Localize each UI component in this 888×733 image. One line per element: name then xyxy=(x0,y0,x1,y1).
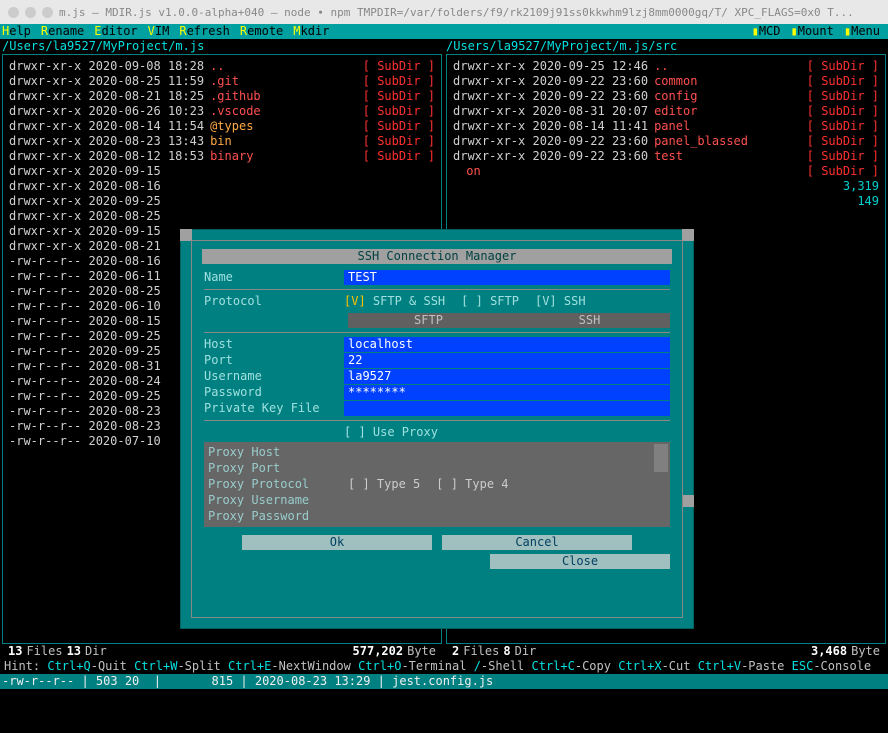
file-row[interactable]: 149 xyxy=(453,194,879,209)
file-row[interactable]: drwxr-xr-x 2020-08-21 18:25.github[ SubD… xyxy=(9,89,435,104)
file-row[interactable]: drwxr-xr-x 2020-09-08 18:28..[ SubDir ] xyxy=(9,59,435,74)
tab-sftp[interactable]: SFTP xyxy=(348,313,509,328)
protocol-sftp-checkbox[interactable]: [ ] SFTP xyxy=(461,294,519,309)
menu-menu[interactable]: ▮Menu xyxy=(842,24,882,39)
menu-vim[interactable]: VIM xyxy=(146,24,172,39)
file-row[interactable]: drwxr-xr-x 2020-08-23 13:43bin[ SubDir ] xyxy=(9,134,435,149)
protocol-both-checkbox[interactable]: [V] SFTP & SSH xyxy=(344,294,445,309)
scroll-handle-icon[interactable] xyxy=(682,495,694,507)
file-row[interactable]: drwxr-xr-x 2020-08-12 18:53binary[ SubDi… xyxy=(9,149,435,164)
right-path: /Users/la9527/MyProject/m.js/src xyxy=(444,39,888,54)
close-icon[interactable] xyxy=(8,7,19,18)
file-row[interactable]: drwxr-xr-x 2020-08-14 11:41panel[ SubDir… xyxy=(453,119,879,134)
protocol-ssh-checkbox[interactable]: [V] SSH xyxy=(535,294,586,309)
menu-editor[interactable]: Editor xyxy=(92,24,139,39)
tab-ssh[interactable]: SSH xyxy=(509,313,670,328)
left-path: /Users/la9527/MyProject/m.js xyxy=(0,39,444,54)
file-row[interactable]: drwxr-xr-x 2020-06-26 10:23.vscode[ SubD… xyxy=(9,104,435,119)
menu-rename[interactable]: Rename xyxy=(39,24,86,39)
window-titlebar: m.js — MDIR.js v1.0.0-alpha+040 — node ∙… xyxy=(0,0,888,24)
menu-remote[interactable]: Remote xyxy=(238,24,285,39)
window-title: m.js — MDIR.js v1.0.0-alpha+040 — node ∙… xyxy=(59,6,854,19)
zoom-icon[interactable] xyxy=(42,7,53,18)
proxy-user-label: Proxy Username xyxy=(208,493,348,508)
keyfile-input[interactable] xyxy=(344,401,670,416)
status-line: -rw-r--r-- | 503 20 | 815 | 2020-08-23 1… xyxy=(0,674,888,689)
username-input[interactable]: la9527 xyxy=(344,369,670,384)
file-row[interactable]: drwxr-xr-x 2020-08-14 11:54@types[ SubDi… xyxy=(9,119,435,134)
file-row[interactable]: drwxr-xr-x 2020-08-16 xyxy=(9,179,435,194)
proxy-type4-checkbox[interactable]: [ ] Type 4 xyxy=(436,477,508,492)
proxy-port-label: Proxy Port xyxy=(208,461,348,476)
proxy-host-input[interactable] xyxy=(348,445,666,460)
menu-refresh[interactable]: Refresh xyxy=(177,24,232,39)
menu-help[interactable]: Help xyxy=(0,24,33,39)
port-label: Port xyxy=(204,353,344,368)
file-row[interactable]: drwxr-xr-x 2020-09-15 xyxy=(9,164,435,179)
protocol-label: Protocol xyxy=(204,294,344,309)
menubar: Help Rename Editor VIM Refresh Remote Mk… xyxy=(0,24,888,39)
file-row[interactable]: drwxr-xr-x 2020-09-22 23:60test[ SubDir … xyxy=(453,149,879,164)
password-input[interactable]: ******** xyxy=(344,385,670,400)
proxy-scroll-icon[interactable] xyxy=(654,444,668,472)
menu-mkdir[interactable]: Mkdir xyxy=(291,24,331,39)
file-row[interactable]: drwxr-xr-x 2020-09-25 12:46..[ SubDir ] xyxy=(453,59,879,74)
cancel-button[interactable]: Cancel xyxy=(442,535,632,550)
file-row[interactable]: drwxr-xr-x 2020-09-22 23:60config[ SubDi… xyxy=(453,89,879,104)
proxy-user-input[interactable] xyxy=(348,493,666,508)
proxy-port-input[interactable] xyxy=(348,461,666,476)
ok-button[interactable]: Ok xyxy=(242,535,432,550)
proxy-pass-input[interactable] xyxy=(348,509,666,524)
file-row[interactable]: drwxr-xr-x 2020-09-22 23:60panel_blassed… xyxy=(453,134,879,149)
proxy-proto-label: Proxy Protocol xyxy=(208,477,348,492)
host-label: Host xyxy=(204,337,344,352)
username-label: Username xyxy=(204,369,344,384)
minimize-icon[interactable] xyxy=(25,7,36,18)
close-button[interactable]: Close xyxy=(490,554,670,569)
password-label: Password xyxy=(204,385,344,400)
menu-mount[interactable]: ▮Mount xyxy=(789,24,836,39)
keyfile-label: Private Key File xyxy=(204,401,344,416)
proxy-section: Proxy Host Proxy Port Proxy Protocol [ ]… xyxy=(204,442,670,527)
proxy-type5-checkbox[interactable]: [ ] Type 5 xyxy=(348,477,420,492)
file-row[interactable]: drwxr-xr-x 2020-08-25 xyxy=(9,209,435,224)
proxy-pass-label: Proxy Password xyxy=(208,509,348,524)
file-row[interactable]: drwxr-xr-x 2020-08-31 20:07editor[ SubDi… xyxy=(453,104,879,119)
file-row[interactable]: drwxr-xr-x 2020-08-25 11:59.git[ SubDir … xyxy=(9,74,435,89)
file-row[interactable]: on[ SubDir ] xyxy=(453,164,879,179)
proxy-host-label: Proxy Host xyxy=(208,445,348,460)
use-proxy-checkbox[interactable]: [ ] Use Proxy xyxy=(344,425,438,440)
name-label: Name xyxy=(204,270,344,285)
menu-mcd[interactable]: ▮MCD xyxy=(750,24,783,39)
pathbar: /Users/la9527/MyProject/m.js /Users/la95… xyxy=(0,39,888,54)
port-input[interactable]: 22 xyxy=(344,353,670,368)
file-row[interactable]: drwxr-xr-x 2020-09-22 23:60common[ SubDi… xyxy=(453,74,879,89)
file-row[interactable]: drwxr-xr-x 2020-09-25 xyxy=(9,194,435,209)
file-row[interactable]: 3,319 xyxy=(453,179,879,194)
dialog-title: SSH Connection Manager xyxy=(202,249,672,264)
name-input[interactable]: TEST xyxy=(344,270,670,285)
hint-bar: Hint: Ctrl+Q-Quit Ctrl+W-Split Ctrl+E-Ne… xyxy=(0,659,888,674)
ssh-dialog: SSH Connection Manager Name TEST Protoco… xyxy=(180,229,694,629)
stats-bar: 13 Files 13 Dir 577,202 Byte 2 Files 8 D… xyxy=(0,644,888,659)
scroll-handle-icon[interactable] xyxy=(682,229,694,241)
host-input[interactable]: localhost xyxy=(344,337,670,352)
